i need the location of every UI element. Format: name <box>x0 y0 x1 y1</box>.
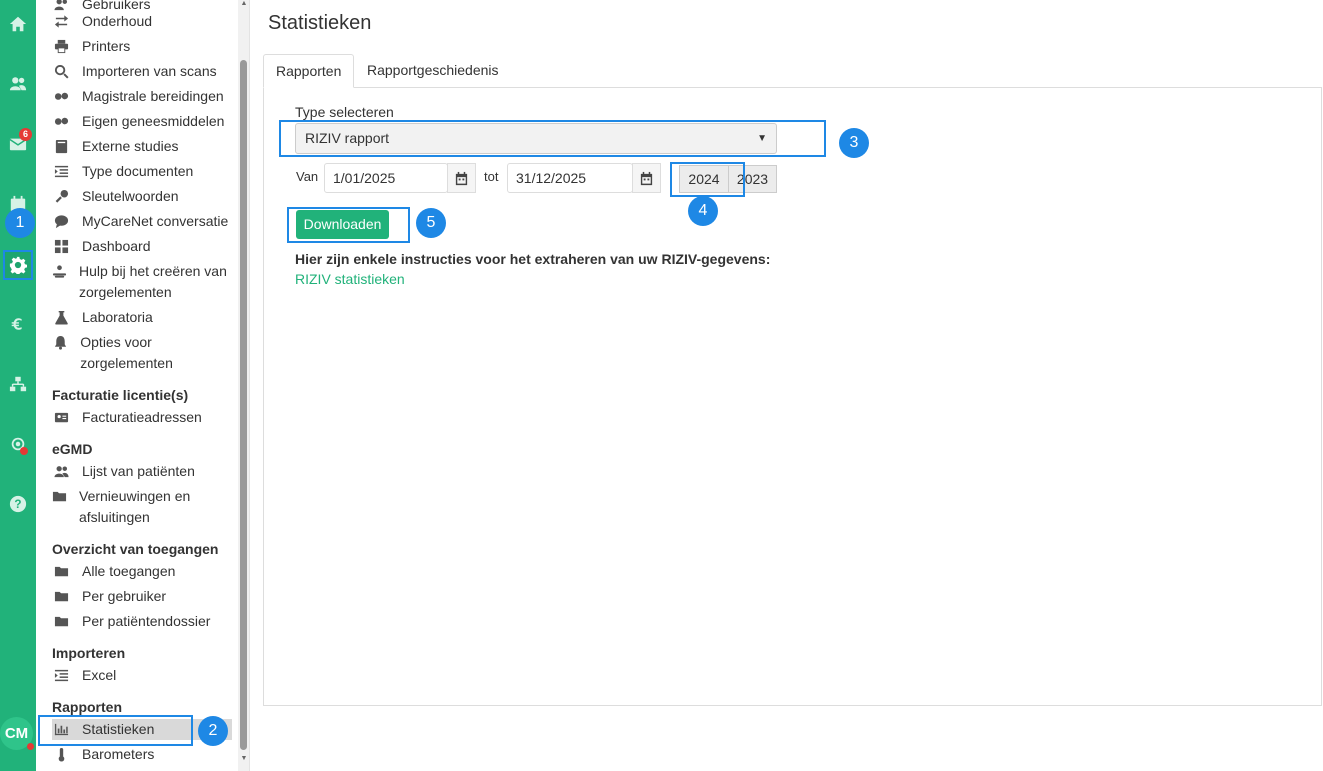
patients-icon[interactable] <box>6 72 30 96</box>
sidebar-item-type-documenten[interactable]: Type documenten <box>52 161 232 182</box>
mail-badge: 6 <box>19 128 32 141</box>
annotation-3: 3 <box>839 128 869 158</box>
folder-icon <box>52 611 70 632</box>
home-icon[interactable] <box>6 12 30 36</box>
sidebar-item-importeren-van-scans[interactable]: Importeren van scans <box>52 61 232 82</box>
folder-icon <box>52 486 67 507</box>
users-icon <box>52 461 70 482</box>
from-date-input[interactable]: 1/01/2025 <box>324 163 448 193</box>
section-importeren: Importeren <box>52 645 126 661</box>
calendar-icon[interactable] <box>447 163 476 193</box>
tab-rapportgeschiedenis[interactable]: Rapportgeschiedenis <box>355 54 511 88</box>
from-label: Van <box>296 169 319 184</box>
sidebar-item-magistrale-bereidingen[interactable]: Magistrale bereidingen <box>52 86 232 107</box>
calendar-icon[interactable] <box>632 163 661 193</box>
euro-icon[interactable] <box>6 312 30 336</box>
annotation-2: 2 <box>198 716 228 746</box>
network-icon[interactable] <box>6 372 30 396</box>
printer-icon <box>52 36 70 57</box>
sidebar-item-externe-studies[interactable]: Externe studies <box>52 136 232 157</box>
sidebar-item-vernieuwingen[interactable]: Vernieuwingen en afsluitingen <box>52 486 222 528</box>
scroll-down-arrow-icon[interactable]: ▼ <box>240 755 248 763</box>
annotation-5: 5 <box>416 208 446 238</box>
highlight-year-2024 <box>670 162 745 197</box>
sidebar-item-dashboard[interactable]: Dashboard <box>52 236 232 257</box>
alert-dot <box>20 447 28 455</box>
hands-icon <box>52 261 67 282</box>
annotation-4: 4 <box>688 196 718 226</box>
sidebar-item-per-gebruiker[interactable]: Per gebruiker <box>52 586 232 607</box>
sidebar-item-per-patientendossier[interactable]: Per patiëntendossier <box>52 611 232 632</box>
avatar-status-dot <box>27 743 34 750</box>
section-toegangen: Overzicht van toegangen <box>52 541 219 557</box>
folder-icon <box>52 561 70 582</box>
section-rapporten: Rapporten <box>52 699 122 715</box>
sidebar-item-onderhoud[interactable]: Onderhoud <box>52 11 232 32</box>
help-icon[interactable]: ? <box>6 492 30 516</box>
grid-icon <box>52 236 70 257</box>
scroll-up-arrow-icon[interactable]: ▲ <box>240 0 248 8</box>
sidebar-item-mycarenet-conversatie[interactable]: MyCareNet conversatie <box>52 211 232 232</box>
bell-icon <box>52 332 68 353</box>
page-title: Statistieken <box>268 12 372 34</box>
sidebar-item-facturatieadressen[interactable]: Facturatieadressen <box>52 407 232 428</box>
sidebar-item-opties-voor-zorgelementen[interactable]: Opties voor zorgelementen <box>52 332 232 374</box>
sidebar-item-alle-toegangen[interactable]: Alle toegangen <box>52 561 232 582</box>
folder-icon <box>52 586 70 607</box>
to-date-input[interactable]: 31/12/2025 <box>507 163 633 193</box>
sidebar-item-printers[interactable]: Printers <box>52 36 232 57</box>
flask-icon <box>52 307 70 328</box>
sidebar-item-lijst-patienten[interactable]: Lijst van patiënten <box>52 461 232 482</box>
arrows-icon <box>52 11 70 32</box>
icon-rail: 6 ? CM <box>0 0 36 771</box>
pills-icon <box>52 111 70 132</box>
annotation-1: 1 <box>5 208 35 238</box>
sidebar-scroll-thumb[interactable] <box>240 60 247 750</box>
book-icon <box>52 136 70 157</box>
settings-gear-icon[interactable] <box>3 250 33 280</box>
type-select-label: Type selecteren <box>295 104 394 120</box>
sidebar-item-hulp-bij-het-cre-ren-van-zorgelementen[interactable]: Hulp bij het creëren van zorgelementen <box>52 261 232 303</box>
pills-icon <box>52 86 70 107</box>
highlight-download <box>287 207 410 243</box>
key-icon <box>52 186 70 207</box>
search-icon <box>52 61 70 82</box>
sidebar-item-eigen-geneesmiddelen[interactable]: Eigen geneesmiddelen <box>52 111 232 132</box>
list-icon <box>52 161 70 182</box>
sidebar-item-laboratoria[interactable]: Laboratoria <box>52 307 232 328</box>
section-egmd: eGMD <box>52 441 93 457</box>
to-label: tot <box>484 169 499 184</box>
list-indent-icon <box>52 665 70 686</box>
riziv-statistics-link[interactable]: RIZIV statistieken <box>295 271 405 287</box>
sidebar-item-excel[interactable]: Excel <box>52 665 232 686</box>
svg-text:?: ? <box>14 498 21 511</box>
section-facturatie: Facturatie licentie(s) <box>52 387 189 403</box>
address-card-icon <box>52 407 70 428</box>
sidebar-item-sleutelwoorden[interactable]: Sleutelwoorden <box>52 186 232 207</box>
instructions-text: Hier zijn enkele instructies voor het ex… <box>295 251 771 267</box>
tab-rapporten[interactable]: Rapporten <box>263 54 354 88</box>
highlight-type-select <box>279 120 826 157</box>
highlight-statistieken <box>38 715 193 746</box>
sidebar-item-barometers[interactable]: Barometers <box>52 744 232 765</box>
thermometer-icon <box>52 744 70 765</box>
chat-icon <box>52 211 70 232</box>
